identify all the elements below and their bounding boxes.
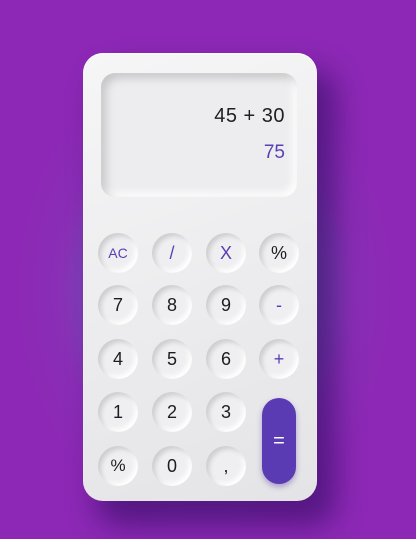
digit-4-button[interactable]: 4 xyxy=(98,339,138,379)
digit-8-button[interactable]: 8 xyxy=(152,285,192,325)
calculator-display: 45 + 30 75 xyxy=(101,73,297,197)
minus-button[interactable]: - xyxy=(259,285,299,325)
digit-5-button[interactable]: 5 xyxy=(152,339,192,379)
digit-1-button[interactable]: 1 xyxy=(98,392,138,432)
digit-6-button[interactable]: 6 xyxy=(206,339,246,379)
digit-3-button[interactable]: 3 xyxy=(206,392,246,432)
percent-bottom-button[interactable]: % xyxy=(98,446,138,486)
percent-button[interactable]: % xyxy=(259,233,299,273)
display-result: 75 xyxy=(263,142,285,163)
equals-button[interactable]: = xyxy=(262,398,296,484)
digit-9-button[interactable]: 9 xyxy=(206,285,246,325)
plus-button[interactable]: + xyxy=(259,339,299,379)
digit-7-button[interactable]: 7 xyxy=(98,285,138,325)
all-clear-button[interactable]: AC xyxy=(98,233,138,273)
multiply-button[interactable]: X xyxy=(206,233,246,273)
calculator-body: 45 + 30 75 AC / X % 7 8 9 - 4 5 6 + 1 2 … xyxy=(83,53,317,501)
divide-button[interactable]: / xyxy=(152,233,192,273)
digit-0-button[interactable]: 0 xyxy=(152,446,192,486)
decimal-comma-button[interactable]: , xyxy=(206,446,246,486)
display-expression: 45 + 30 xyxy=(214,105,285,127)
digit-2-button[interactable]: 2 xyxy=(152,392,192,432)
